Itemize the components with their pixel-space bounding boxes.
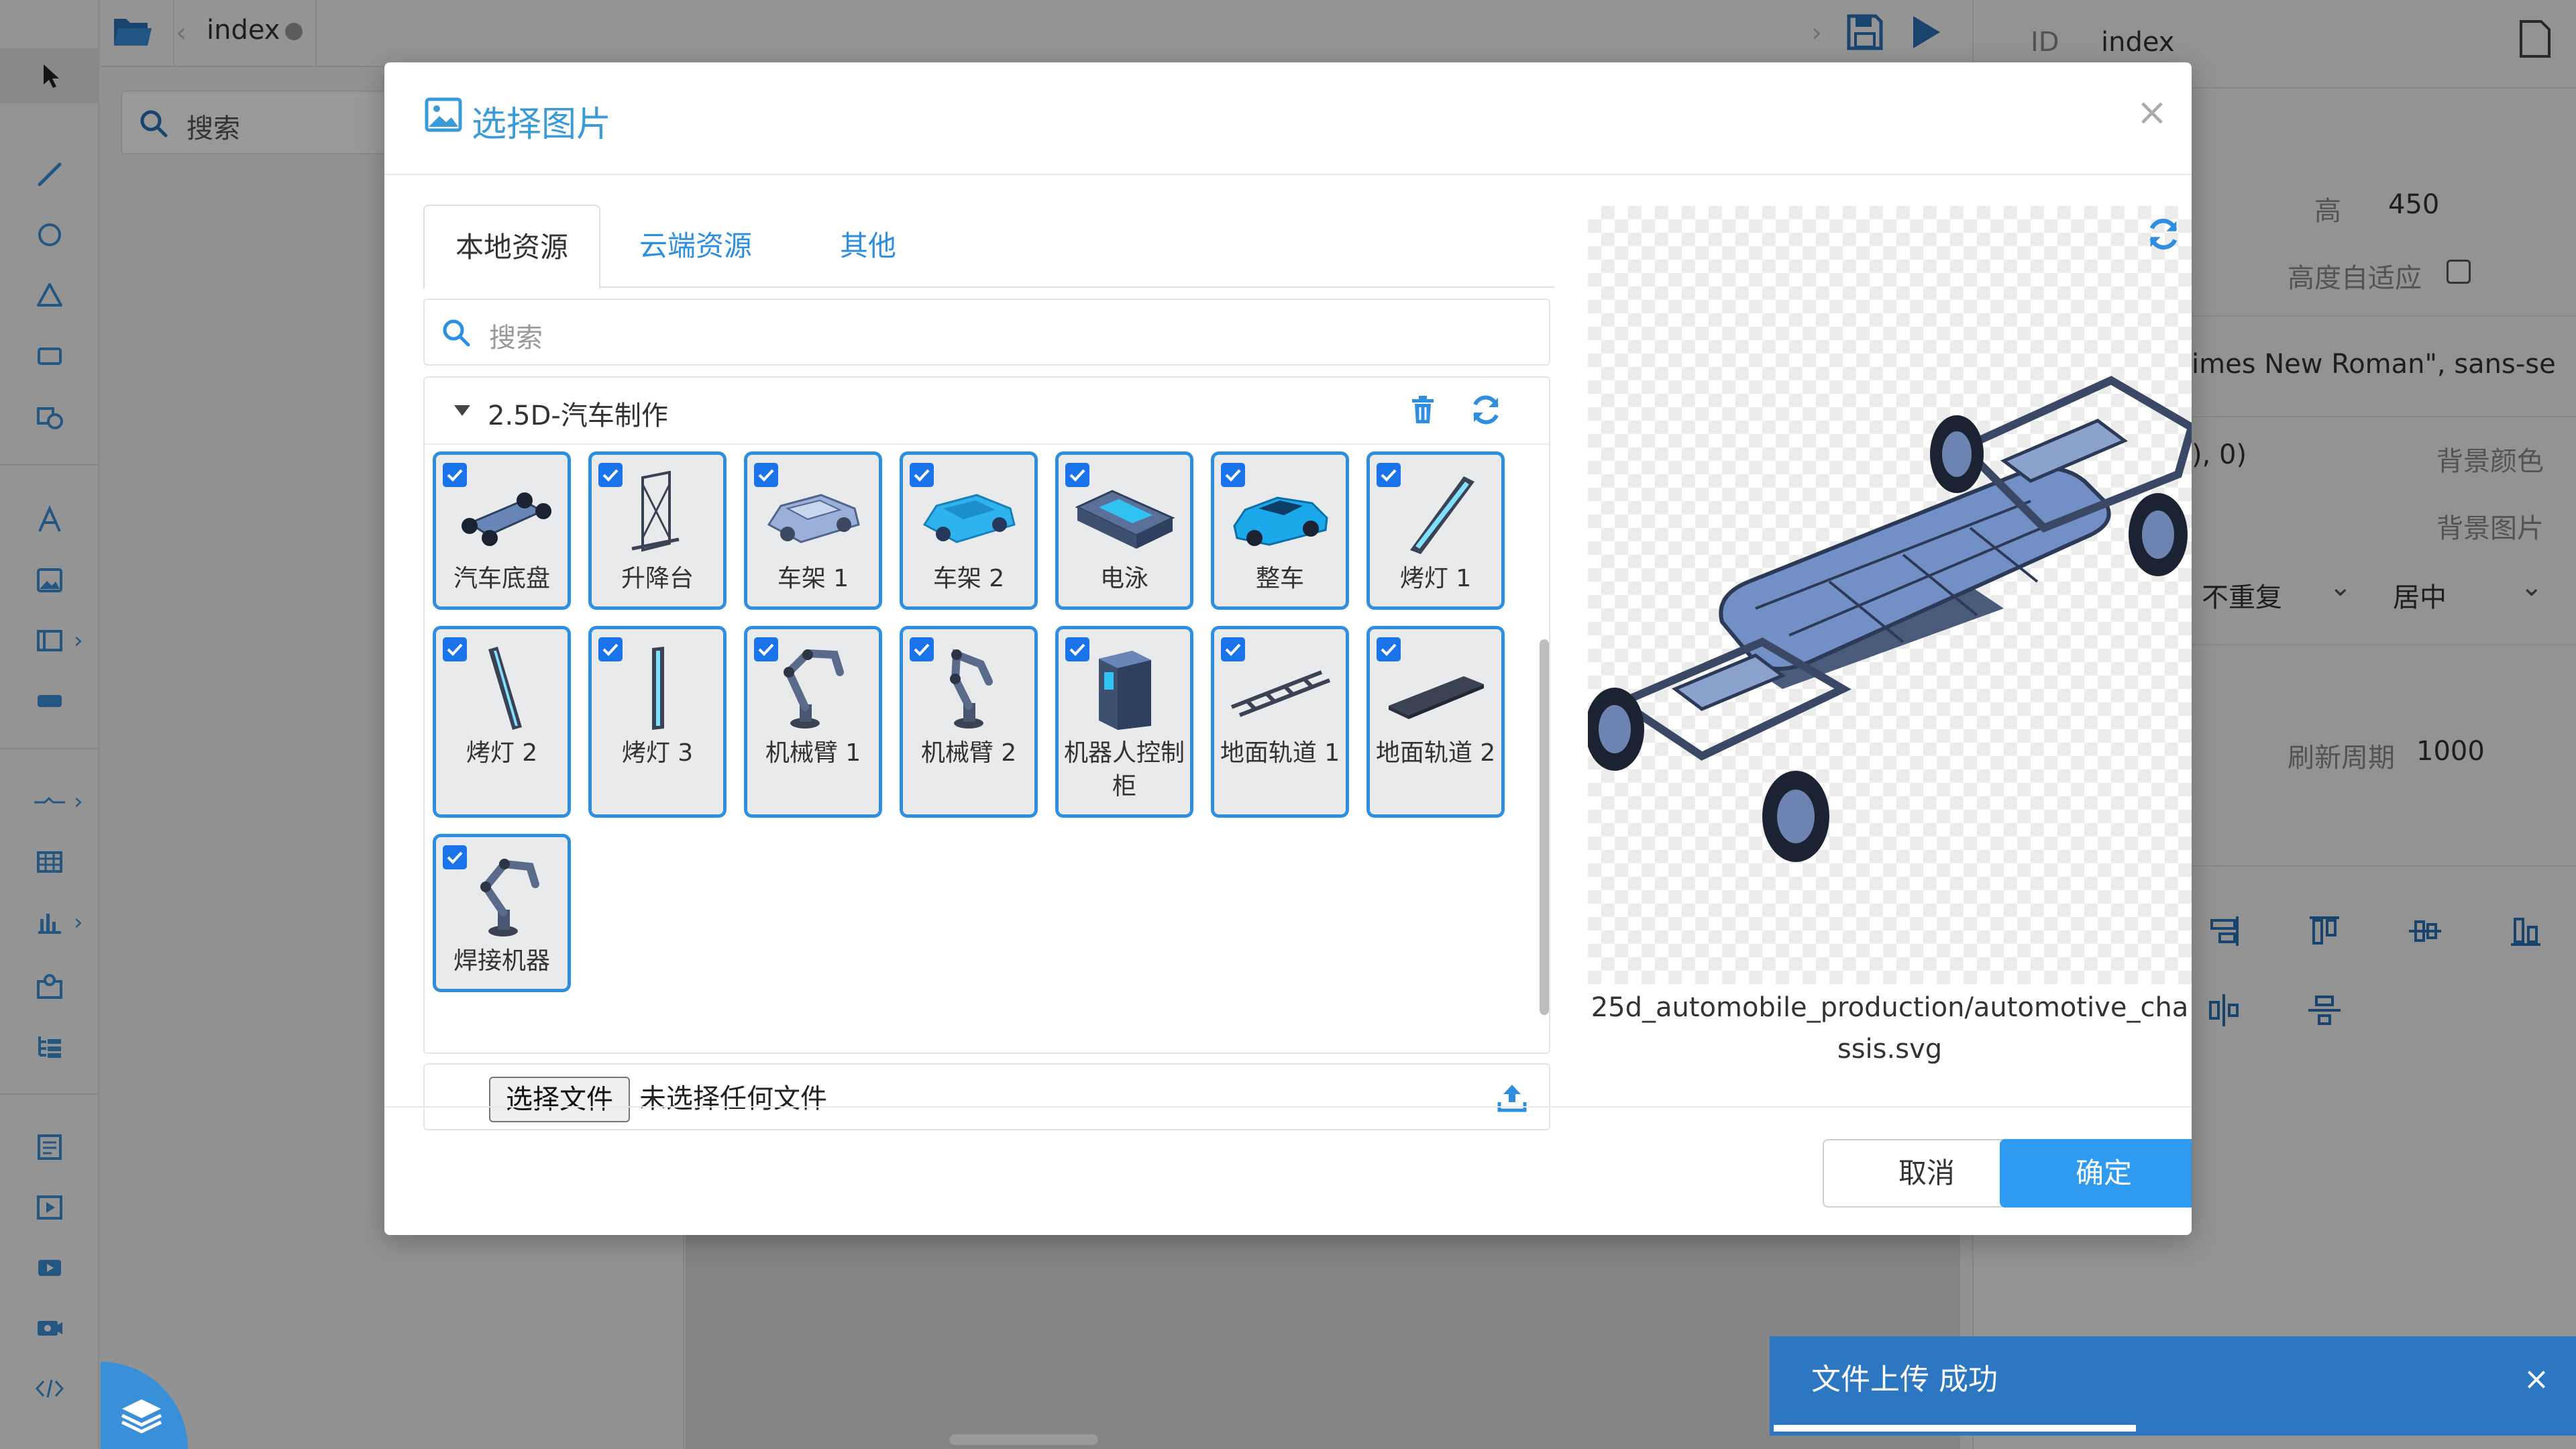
image-card-frame-2[interactable]: 车架 2 [900,451,1038,610]
select-image-dialog: 选择图片 × 本地资源 云端资源 其他 搜索 2.5D-汽车制作 汽车底盘 升降… [384,62,2192,1235]
caret-down-icon [454,405,470,416]
horizontal-scrollbar[interactable] [949,1434,1098,1445]
dialog-title: 选择图片 [472,105,612,145]
car-thumbnail-icon [1233,496,1328,546]
card-label: 地面轨道 2 [1375,739,1496,767]
toast-message: 文件上传 成功 [1811,1362,1998,1397]
chassis-preview-icon [1588,376,2192,862]
dialog-header: 选择图片 × [384,62,2192,175]
image-card-ground-rail-1[interactable]: 地面轨道 1 [1211,626,1349,818]
lamp-thumbnail-icon [488,647,522,730]
search-icon [443,319,470,347]
rail-thumbnail-icon [1230,670,1331,717]
image-card-lamp-3[interactable]: 烤灯 3 [588,626,727,818]
resource-list: 2.5D-汽车制作 汽车底盘 升降台 车架 1 车架 2 电泳 整车 烤灯 1 … [423,376,1550,1054]
group-header[interactable]: 2.5D-汽车制作 [425,378,1549,445]
group-title: 2.5D-汽车制作 [488,400,668,431]
card-label: 车架 1 [777,565,849,592]
confirm-button[interactable]: 确定 [2000,1139,2192,1208]
close-icon[interactable]: × [2513,1355,2560,1402]
image-card-car[interactable]: 整车 [1211,451,1349,610]
image-card-robot-cabinet[interactable]: 机器人控制柜 [1055,626,1193,818]
list-scrollbar[interactable] [1540,639,1549,1015]
robot-arm-thumbnail-icon [950,649,993,729]
tab-local[interactable]: 本地资源 [423,205,600,289]
image-card-lift[interactable]: 升降台 [588,451,727,610]
card-label: 烤灯 1 [1399,565,1472,592]
plate-thumbnail-icon [1389,676,1484,719]
preview-file-path: 25d_automobile_production/automotive_cha… [1591,992,2189,1065]
image-card-lamp-2[interactable]: 烤灯 2 [433,626,571,818]
card-label: 汽车底盘 [453,565,550,592]
robot-arm-thumbnail-icon [480,859,539,936]
image-preview [1588,206,2192,984]
toast-progress-bar [1774,1425,2136,1432]
lift-thumbnail-icon [631,471,680,552]
card-label: 机械臂 1 [765,739,861,767]
card-label: 机器人控制柜 [1063,739,1185,800]
card-label: 电泳 [1099,565,1148,592]
trash-icon[interactable] [1409,395,1436,425]
upload-success-toast: 文件上传 成功 × [1770,1336,2576,1436]
refresh-icon[interactable] [2145,215,2182,253]
car-body-thumbnail-icon [922,494,1016,543]
card-label: 焊接机器 [453,947,550,975]
image-card-robot-arm-1[interactable]: 机械臂 1 [744,626,882,818]
card-label: 车架 2 [932,565,1005,592]
tab-cloud[interactable]: 云端资源 [600,205,791,288]
resource-search-input[interactable]: 搜索 [423,299,1550,366]
cabinet-thumbnail-icon [1099,651,1151,730]
tank-thumbnail-icon [1075,490,1175,549]
layers-icon [121,1399,162,1434]
lamp-thumbnail-icon [1410,476,1474,554]
card-label: 烤灯 2 [466,739,538,767]
image-card-welding-robot[interactable]: 焊接机器 [433,834,571,992]
image-card-robot-arm-2[interactable]: 机械臂 2 [900,626,1038,818]
car-frame-thumbnail-icon [767,494,860,543]
chassis-thumbnail-icon [462,492,551,546]
refresh-icon[interactable] [1468,392,1503,427]
search-placeholder: 搜索 [489,323,543,354]
image-card-electrophoresis[interactable]: 电泳 [1055,451,1193,610]
image-card-ground-rail-2[interactable]: 地面轨道 2 [1366,626,1505,818]
image-card-chassis[interactable]: 汽车底盘 [433,451,571,610]
close-icon[interactable]: × [2129,89,2176,136]
tab-other[interactable]: 其他 [791,205,945,288]
robot-arm-thumbnail-icon [784,649,844,729]
lamp-thumbnail-icon [652,647,664,730]
card-label: 整车 [1255,565,1304,592]
source-tabs: 本地资源 云端资源 其他 [423,205,1554,289]
image-card-lamp-1[interactable]: 烤灯 1 [1366,451,1505,610]
image-card-frame-1[interactable]: 车架 1 [744,451,882,610]
card-label: 机械臂 2 [920,739,1017,767]
card-label: 升降台 [621,565,694,592]
card-label: 地面轨道 1 [1220,739,1340,767]
card-label: 烤灯 3 [621,739,694,767]
image-icon [425,97,462,132]
